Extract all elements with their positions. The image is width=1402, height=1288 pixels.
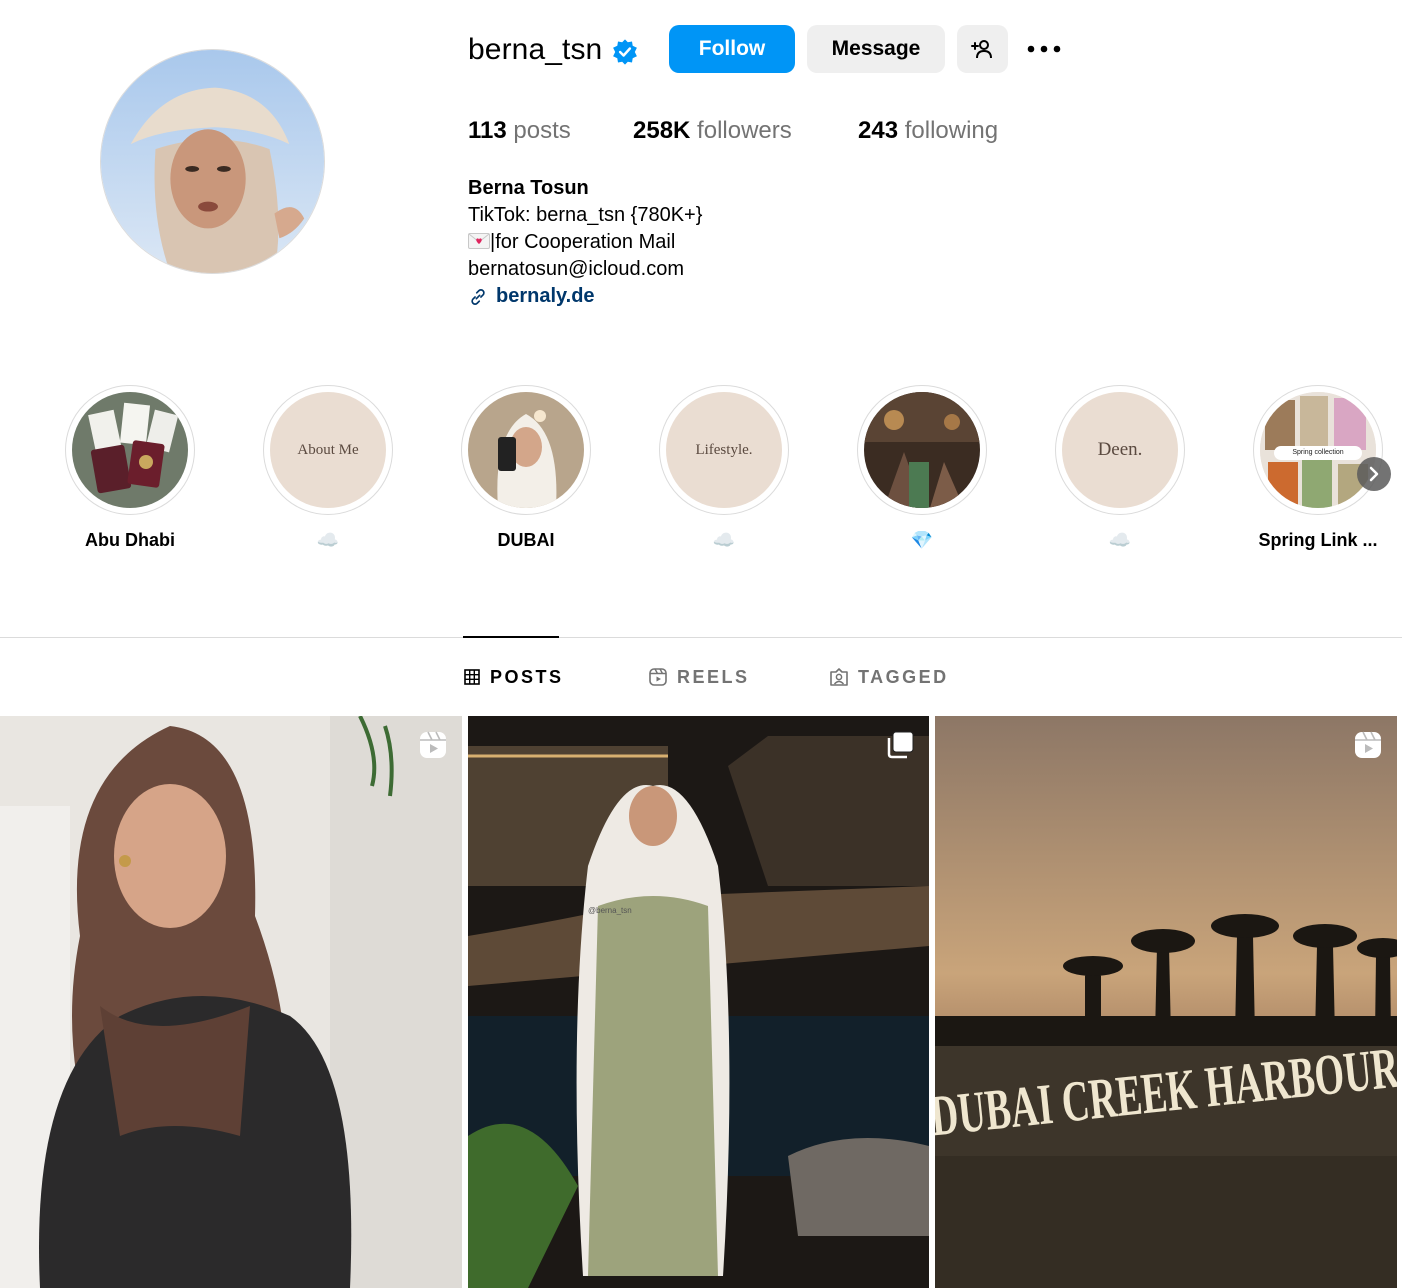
highlight-ring	[461, 385, 591, 515]
following-label: following	[904, 117, 999, 144]
more-horizontal-icon	[1027, 45, 1061, 53]
bio-cooperation-text: |for Cooperation Mail	[490, 231, 676, 253]
username: berna_tsn	[468, 33, 603, 66]
tab-tagged[interactable]: TAGGED	[830, 665, 949, 689]
highlight-lifestyle[interactable]: Lifestyle. ☁️	[659, 385, 789, 550]
followers-label: followers	[697, 117, 792, 144]
highlight-ring	[857, 385, 987, 515]
message-button[interactable]: Message	[807, 25, 945, 73]
tab-reels[interactable]: REELS	[649, 665, 750, 689]
highlight-label: Spring Link ...	[1258, 530, 1378, 550]
highlight-ring: Deen.	[1055, 385, 1185, 515]
reels-icon	[1355, 731, 1381, 758]
follow-button[interactable]: Follow	[669, 25, 795, 73]
bio-email: bernatosun@icloud.com	[468, 258, 684, 280]
highlight-label: ☁️	[712, 530, 736, 550]
followers-stat[interactable]: 258K followers	[633, 115, 792, 147]
highlight-cover: Spring collection	[1260, 392, 1376, 508]
tab-posts[interactable]: POSTS	[464, 665, 564, 689]
reels-icon	[420, 731, 446, 758]
followers-count: 258K	[633, 117, 691, 144]
passports-image	[72, 392, 188, 508]
post-tile[interactable]	[0, 716, 462, 1288]
tagged-icon	[830, 668, 848, 686]
highlights-next-button[interactable]	[1357, 457, 1391, 491]
person-add-icon	[970, 40, 992, 59]
highlight-dubai[interactable]: DUBAI	[461, 385, 591, 550]
link-icon	[471, 288, 485, 305]
reels-icon	[649, 668, 667, 686]
highlight-cover-text: About Me	[297, 441, 359, 458]
tab-tagged-label: TAGGED	[858, 666, 949, 687]
profile-bio: Berna Tosun TikTok: berna_tsn {780K+} |f…	[468, 175, 702, 310]
mirror-selfie-image	[468, 392, 584, 508]
post-image: DUBAI CREEK HARBOUR	[935, 716, 1397, 1288]
highlight-cover	[468, 392, 584, 508]
chevron-right-icon	[1369, 466, 1379, 482]
bio-link[interactable]: bernaly.de	[468, 283, 702, 310]
highlight-ring: Lifestyle.	[659, 385, 789, 515]
highlight-label: Abu Dhabi	[85, 530, 175, 550]
avatar-image	[101, 50, 324, 273]
post-watermark: @berna_tsn	[588, 906, 632, 915]
bio-link-text: bernaly.de	[496, 285, 595, 307]
highlight-label: ☁️	[316, 530, 340, 550]
highlight-about-me[interactable]: About Me ☁️	[263, 385, 393, 550]
more-options-button[interactable]	[1022, 33, 1066, 65]
tabs-divider	[0, 637, 1402, 638]
love-letter-icon	[468, 233, 490, 249]
highlight-ring	[65, 385, 195, 515]
highlight-cover-text: Lifestyle.	[695, 441, 753, 458]
highlight-cover: Deen.	[1062, 392, 1178, 508]
following-stat[interactable]: 243 following	[858, 115, 998, 147]
bio-line-cooperation: |for Cooperation Mail	[468, 229, 702, 256]
highlight-spring-link[interactable]: Spring collection Spring Link ...	[1253, 385, 1383, 550]
carousel-icon	[887, 731, 914, 759]
post-tile[interactable]: DUBAI CREEK HARBOUR	[935, 716, 1397, 1288]
highlight-label: 💎	[910, 530, 934, 550]
highlight-cover	[72, 392, 188, 508]
highlight-label: DUBAI	[497, 530, 555, 550]
highlight-cover: About Me	[270, 392, 386, 508]
bio-line-tiktok: TikTok: berna_tsn {780K+}	[468, 204, 703, 226]
highlight-cover: Lifestyle.	[666, 392, 782, 508]
posts-count: 113	[468, 117, 507, 144]
tab-posts-label: POSTS	[490, 666, 564, 687]
posts-label: posts	[513, 117, 571, 144]
highlight-ring: Spring collection	[1253, 385, 1383, 515]
highlight-cover-text: Deen.	[1097, 439, 1143, 460]
post-tile[interactable]: @berna_tsn	[468, 716, 929, 1288]
suggested-users-button[interactable]	[957, 25, 1008, 73]
highlight-cover-text: Spring collection	[1274, 446, 1362, 460]
highlight-ring: About Me	[263, 385, 393, 515]
highlight-abu-dhabi[interactable]: Abu Dhabi	[65, 385, 195, 550]
interior-image	[864, 392, 980, 508]
highlight-deen[interactable]: Deen. ☁️	[1055, 385, 1185, 550]
highlight-cover	[864, 392, 980, 508]
active-tab-indicator	[463, 636, 559, 638]
highlight-label: ☁️	[1108, 530, 1132, 550]
grid-icon	[464, 669, 480, 685]
tab-reels-label: REELS	[677, 666, 750, 687]
posts-stat: 113 posts	[468, 115, 571, 147]
verified-badge-icon	[613, 39, 637, 65]
post-image: @berna_tsn	[468, 716, 929, 1288]
profile-avatar[interactable]	[100, 49, 325, 274]
full-name: Berna Tosun	[468, 177, 589, 199]
following-count: 243	[858, 117, 899, 144]
highlight-gem[interactable]: 💎	[857, 385, 987, 550]
post-image	[0, 716, 462, 1288]
